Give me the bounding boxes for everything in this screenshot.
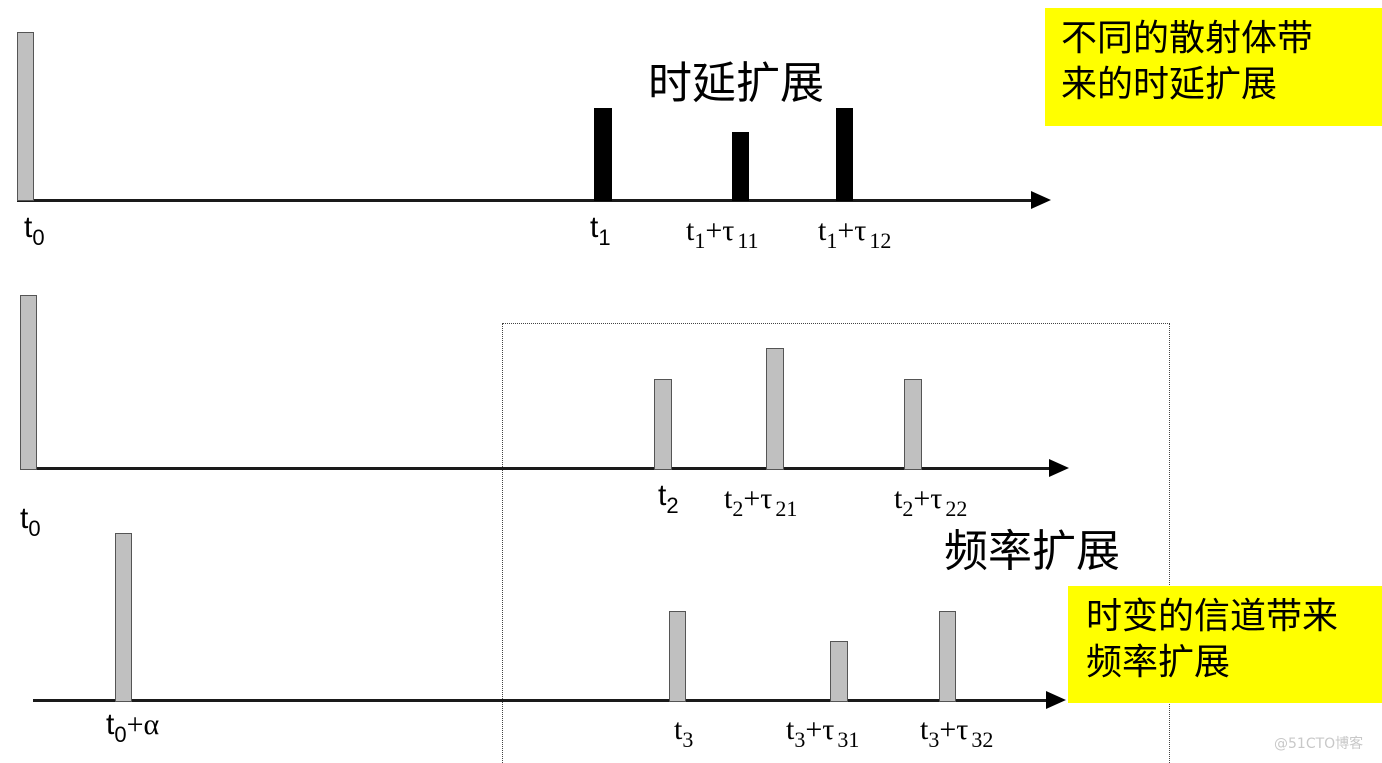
- delay-spread-note-line-2: 来的时延扩展: [1061, 64, 1278, 105]
- row-3-impulse-bar-1: [669, 611, 686, 702]
- delay-subscript: 12: [869, 228, 892, 253]
- delay-subscript: 21: [775, 496, 798, 521]
- row-2-time-axis: [36, 467, 1050, 470]
- time-subscript: 1: [598, 225, 611, 250]
- row-2-impulse-bar-2: [766, 348, 784, 470]
- row-2-time-label-0: t0: [20, 504, 41, 540]
- row-3-impulse-bar-0: [115, 533, 132, 702]
- delay-subscript: 31: [837, 727, 860, 752]
- delay-term: +τ: [837, 214, 867, 247]
- delay-spread-note: 不同的散射体带 来的时延扩展: [1045, 8, 1382, 126]
- frequency-spread-title: 频率扩展: [944, 526, 1120, 577]
- frequency-spread-note: 时变的信道带来 频率扩展: [1068, 586, 1382, 703]
- diagram-canvas: t0 t1 t1+τ 11 t1+τ 12 t0 t2 t2+τ 21 t2+τ 22 t0+α t3 t3…: [0, 0, 1382, 763]
- delay-subscript: 11: [737, 228, 759, 253]
- row-1-impulse-bar-1: [594, 108, 612, 201]
- time-subscript: 2: [666, 493, 679, 518]
- row-1-time-axis: [17, 199, 1032, 202]
- time-subscript: 3: [928, 727, 940, 752]
- delay-spread-title: 时延扩展: [648, 58, 824, 109]
- row-3-time-label-3: t3+τ 32: [920, 713, 993, 751]
- time-subscript: 0: [114, 722, 127, 747]
- row-2-time-label-3: t2+τ 22: [894, 482, 967, 520]
- row-1-time-label-0: t0: [24, 213, 45, 249]
- row-2-time-label-1: t2: [658, 481, 679, 517]
- delay-subscript: 32: [971, 727, 994, 752]
- row-2-time-label-2: t2+τ 21: [724, 482, 797, 520]
- time-subscript: 3: [794, 727, 806, 752]
- delay-subscript: 22: [945, 496, 968, 521]
- time-subscript: 0: [28, 516, 41, 541]
- row-1-impulse-bar-0: [17, 32, 34, 201]
- delay-term: +τ: [805, 713, 835, 746]
- delay-term: +τ: [939, 713, 969, 746]
- row-3-time-label-1: t3: [674, 715, 693, 751]
- delay-spread-note-line-1: 不同的散射体带: [1061, 18, 1314, 59]
- row-1-impulse-bar-2: [732, 132, 749, 201]
- watermark: @51CTO博客: [1274, 736, 1364, 752]
- row-3-time-label-0: t0+α: [106, 708, 160, 746]
- row-1-time-label-1: t1: [590, 213, 611, 249]
- row-1-time-label-3: t1+τ 12: [818, 214, 891, 252]
- row-1-time-label-2: t1+τ 11: [686, 214, 759, 252]
- row-1-impulse-bar-3: [836, 108, 853, 201]
- row-3-impulse-bar-3: [939, 611, 956, 702]
- row-2-impulse-bar-1: [654, 379, 672, 470]
- frequency-spread-note-line-2: 频率扩展: [1086, 642, 1231, 683]
- row-1-axis-arrow-icon: [1031, 191, 1051, 209]
- delay-term: +τ: [705, 214, 735, 247]
- delay-term: +τ: [913, 482, 943, 515]
- row-2-impulse-bar-3: [904, 379, 922, 470]
- row-2-axis-arrow-icon: [1049, 459, 1069, 477]
- time-subscript: 2: [902, 496, 914, 521]
- delay-term: +α: [126, 708, 160, 741]
- time-subscript: 2: [732, 496, 744, 521]
- frequency-spread-note-line-1: 时变的信道带来: [1086, 596, 1339, 637]
- delay-term: +τ: [743, 482, 773, 515]
- time-subscript: 3: [682, 727, 694, 752]
- row-3-axis-arrow-icon: [1046, 691, 1066, 709]
- row-3-time-label-2: t3+τ 31: [786, 713, 859, 751]
- time-subscript: 1: [694, 228, 706, 253]
- time-subscript: 1: [826, 228, 838, 253]
- row-2-impulse-bar-0: [20, 295, 37, 470]
- time-subscript: 0: [32, 225, 45, 250]
- row-3-impulse-bar-2: [830, 641, 848, 702]
- row-3-time-axis: [33, 699, 1047, 702]
